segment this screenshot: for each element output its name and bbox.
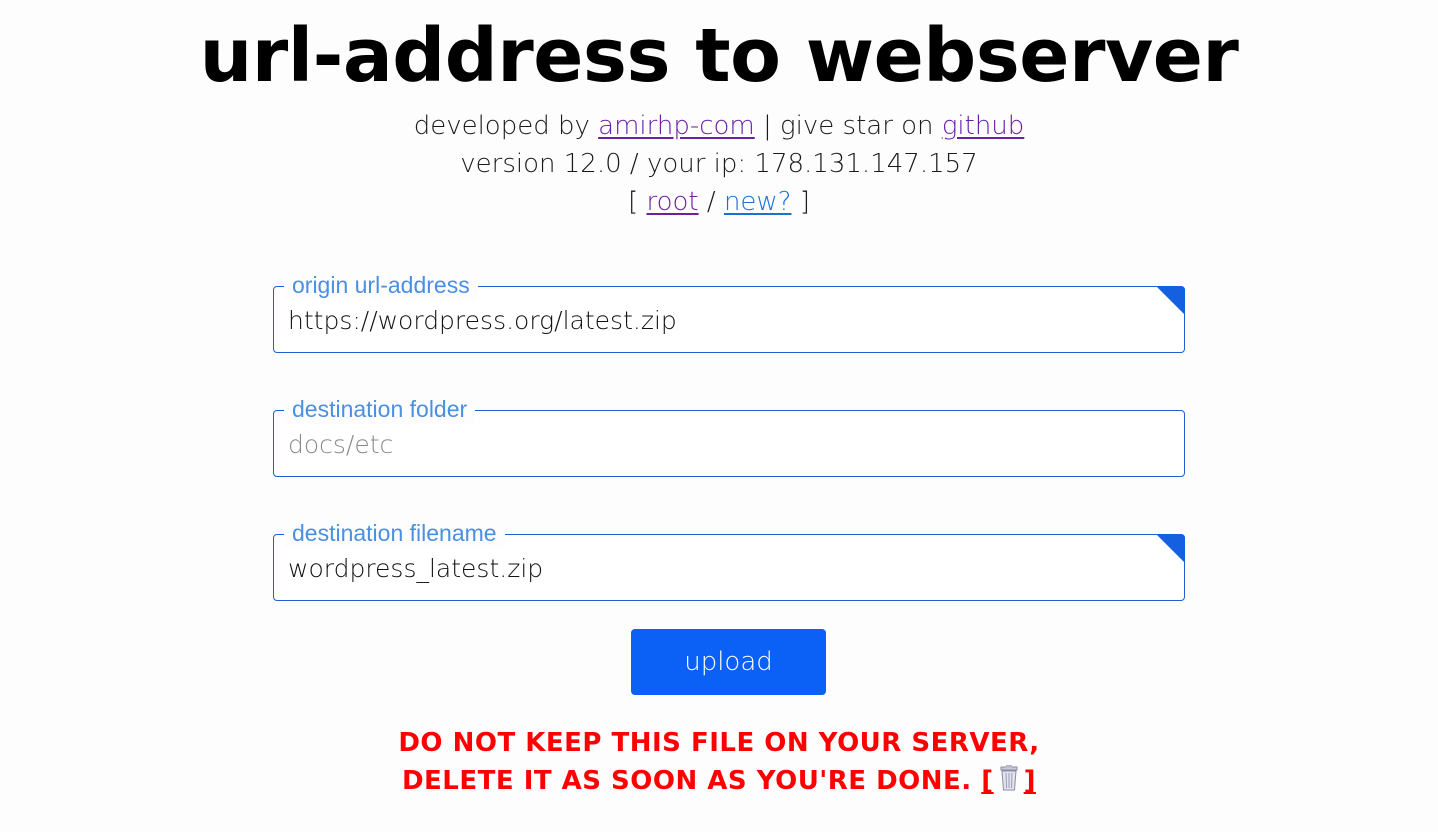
- nav-links: [ root / new? ]: [0, 183, 1438, 221]
- origin-url-label: origin url-address: [284, 270, 478, 300]
- star-text: give star on: [780, 111, 934, 141]
- developer-link[interactable]: amirhp-com: [598, 111, 755, 141]
- new-link[interactable]: new?: [724, 187, 792, 217]
- nav-open-bracket: [: [628, 187, 639, 217]
- origin-url-input[interactable]: [288, 301, 1148, 339]
- github-link[interactable]: github: [942, 111, 1024, 141]
- warning-line-2-text: DELETE IT AS SOON AS YOU'RE DONE.: [401, 766, 972, 796]
- root-link[interactable]: root: [647, 187, 699, 217]
- destination-filename-input[interactable]: [288, 549, 1148, 587]
- destination-folder-label: destination folder: [284, 394, 476, 424]
- delete-self-link[interactable]: [ ]: [981, 765, 1037, 796]
- page-title: url-address to webserver: [199, 13, 1239, 99]
- destination-folder-field: destination folder: [273, 394, 1185, 477]
- origin-url-field: origin url-address: [273, 270, 1185, 353]
- credits-line: developed by amirhp-com | give star on g…: [0, 107, 1438, 145]
- trash-icon: [1000, 765, 1018, 791]
- destination-filename-field: destination filename: [273, 518, 1185, 601]
- nav-separator: /: [706, 187, 716, 217]
- destination-filename-label: destination filename: [284, 518, 505, 548]
- warning-line-2: DELETE IT AS SOON AS YOU'RE DONE. [ ]: [0, 762, 1438, 800]
- developed-by-text: developed by: [413, 111, 590, 141]
- delete-close-bracket: ]: [1023, 766, 1037, 796]
- warning-line-1: DO NOT KEEP THIS FILE ON YOUR SERVER,: [398, 728, 1040, 758]
- destination-folder-input[interactable]: [288, 425, 1148, 463]
- upload-button[interactable]: upload: [631, 629, 826, 695]
- delete-open-bracket: [: [981, 766, 994, 796]
- required-marker: [1156, 534, 1185, 563]
- separator: |: [763, 111, 772, 141]
- required-marker: [1156, 286, 1185, 315]
- page: url-address to webserver developed by am…: [0, 0, 1438, 832]
- nav-close-bracket: ]: [799, 187, 810, 217]
- version-line: version 12.0 / your ip: 178.131.147.157: [460, 149, 978, 179]
